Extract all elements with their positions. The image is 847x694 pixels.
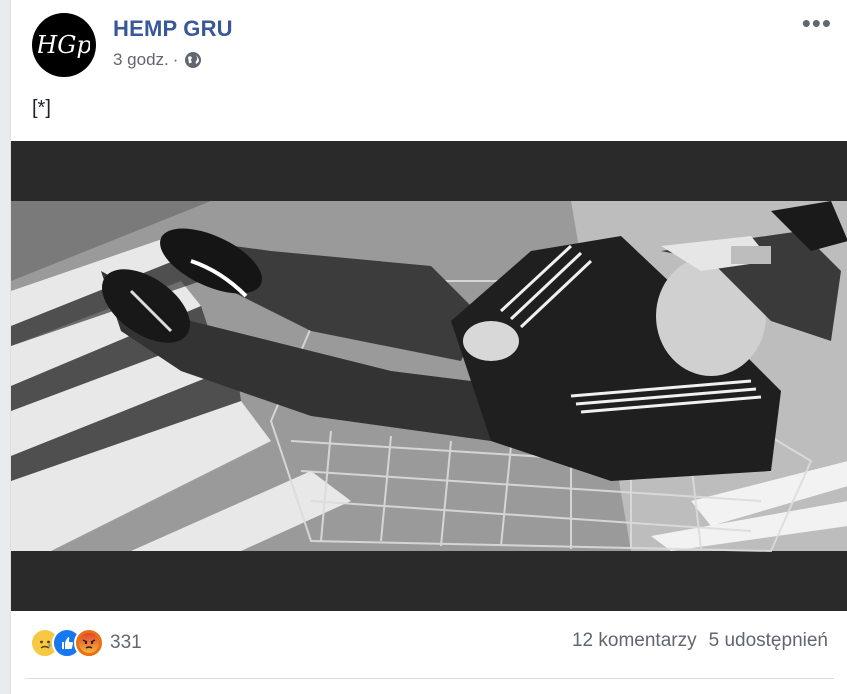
engagement-stats: 12 komentarzy 5 udostępnień — [572, 630, 828, 652]
post-text: [*] — [32, 97, 51, 119]
logo-text: HGp — [38, 31, 90, 59]
globe-icon[interactable] — [184, 51, 202, 69]
more-options-button[interactable]: ••• — [802, 10, 832, 36]
page-avatar[interactable]: HGp — [32, 13, 96, 77]
photo-image — [11, 141, 847, 611]
page-name-link[interactable]: HEMP GRU — [113, 16, 233, 42]
post-photo[interactable] — [11, 141, 847, 611]
stats-divider — [25, 678, 834, 679]
post-card: HGp HEMP GRU 3 godz. · ••• [*] 331 12 ko… — [10, 0, 847, 694]
meta-separator: · — [172, 50, 179, 69]
angry-reaction-icon — [74, 628, 104, 658]
hemp-gru-logo: HGp — [38, 31, 90, 59]
post-timestamp[interactable]: 3 godz. — [113, 50, 169, 70]
reaction-count: 331 — [110, 632, 142, 653]
shares-count-link[interactable]: 5 udostępnień — [709, 630, 828, 652]
comments-count-link[interactable]: 12 komentarzy — [572, 630, 697, 652]
post-meta: 3 godz. · — [113, 50, 202, 70]
reactions-summary[interactable]: 331 — [30, 628, 142, 658]
